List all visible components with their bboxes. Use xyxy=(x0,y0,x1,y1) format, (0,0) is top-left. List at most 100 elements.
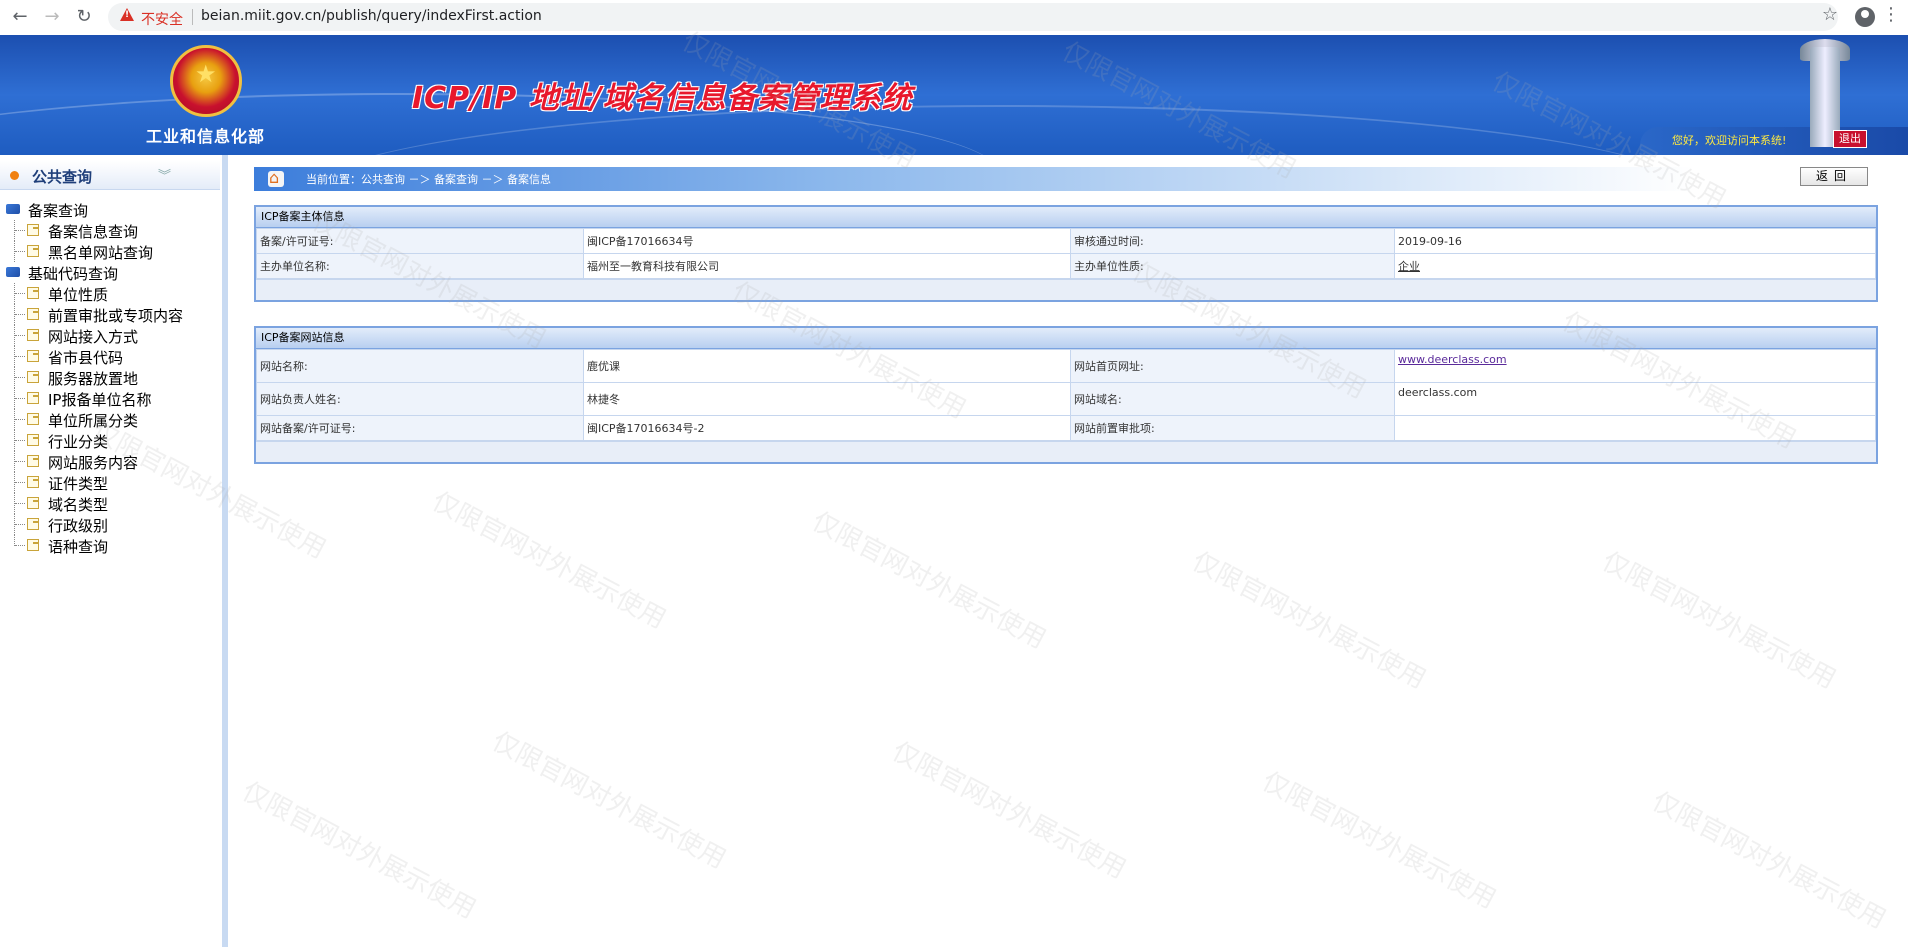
logout-button[interactable]: 退出 xyxy=(1833,130,1867,148)
tree-item-label: 证件类型 xyxy=(48,475,109,493)
tree-item-id-type[interactable]: 证件类型 xyxy=(0,472,220,493)
document-icon xyxy=(27,413,39,425)
homepage-link[interactable]: www.deerclass.com xyxy=(1398,353,1507,366)
document-icon xyxy=(27,350,39,362)
tree-group-beian-query[interactable]: 备案查询 xyxy=(0,199,220,220)
icp-website-panel: ICP备案网站信息 网站名称: 鹿优课 网站首页网址: www.deerclas… xyxy=(254,326,1878,464)
tree-group-label: 基础代码查询 xyxy=(28,265,119,283)
header-banner: 工业和信息化部 ICP/IP 地址/域名信息备案管理系统 您好，欢迎访问本系统!… xyxy=(0,35,1908,155)
tree-item-access-method[interactable]: 网站接入方式 xyxy=(0,325,220,346)
address-bar[interactable]: 不安全 beian.miit.gov.cn/publish/query/inde… xyxy=(108,3,1838,31)
document-icon xyxy=(27,371,39,383)
tree-item-pre-approval[interactable]: 前置审批或专项内容 xyxy=(0,304,220,325)
license-label: 备案/许可证号: xyxy=(256,228,584,254)
tree-item-server-location[interactable]: 服务器放置地 xyxy=(0,367,220,388)
browser-toolbar: ← → ↻ 不安全 beian.miit.gov.cn/publish/quer… xyxy=(0,0,1908,36)
document-icon xyxy=(27,539,39,551)
tree-item-label: 单位性质 xyxy=(48,286,109,304)
tree-item-label: 服务器放置地 xyxy=(48,370,139,388)
tree-group-label: 备案查询 xyxy=(28,202,89,220)
back-button[interactable]: 返回 xyxy=(1800,167,1868,186)
account-icon[interactable] xyxy=(1855,7,1875,27)
tree-item-domain-type[interactable]: 域名类型 xyxy=(0,493,220,514)
document-icon xyxy=(27,329,39,341)
home-icon xyxy=(268,168,284,187)
panel-footer xyxy=(256,279,1876,300)
system-title: ICP/IP 地址/域名信息备案管理系统 xyxy=(412,81,913,116)
sidebar-header[interactable]: 公共查询 ︾ xyxy=(0,161,220,190)
breadcrumb-text: 当前位置：公共查询 －＞ 备案查询 －＞ 备案信息 xyxy=(306,173,551,186)
approve-time-value: 2019-09-16 xyxy=(1394,228,1876,254)
folder-icon xyxy=(6,204,20,214)
tree-item-unit-nature[interactable]: 单位性质 xyxy=(0,283,220,304)
tree-item-label: 网站服务内容 xyxy=(48,454,139,472)
document-icon xyxy=(27,497,39,509)
tree-item-language[interactable]: 语种查询 xyxy=(0,535,220,556)
document-icon xyxy=(27,518,39,530)
tree-item-service-content[interactable]: 网站服务内容 xyxy=(0,451,220,472)
document-icon xyxy=(27,455,39,467)
owner-label: 网站负责人姓名: xyxy=(256,382,584,416)
document-icon xyxy=(27,392,39,404)
site-name-value: 鹿优课 xyxy=(583,349,1071,383)
back-arrow-icon[interactable]: ← xyxy=(8,6,32,28)
tree-item-label: 黑名单网站查询 xyxy=(48,244,154,262)
subject-table: 备案/许可证号: 闽ICP备17016634号 审核通过时间: 2019-09-… xyxy=(256,228,1876,279)
tree-item-label: 行政级别 xyxy=(48,517,109,535)
document-icon xyxy=(27,476,39,488)
site-license-label: 网站备案/许可证号: xyxy=(256,415,584,441)
url-text[interactable]: beian.miit.gov.cn/publish/query/indexFir… xyxy=(201,8,542,24)
tree-item-unit-category[interactable]: 单位所属分类 xyxy=(0,409,220,430)
table-row: 网站备案/许可证号: 闽ICP备17016634号-2 网站前置审批项: xyxy=(256,415,1876,441)
tree-item-label: 备案信息查询 xyxy=(48,223,139,241)
license-value: 闽ICP备17016634号 xyxy=(583,228,1071,254)
insecure-label: 不安全 xyxy=(141,12,183,28)
menu-dots-icon[interactable]: ⋮ xyxy=(1882,4,1900,25)
tree-group-basic-code-query[interactable]: 基础代码查询 xyxy=(0,262,220,283)
tree-item-admin-level[interactable]: 行政级别 xyxy=(0,514,220,535)
domain-label: 网站域名: xyxy=(1070,382,1395,416)
bookmark-star-icon[interactable]: ☆ xyxy=(1822,4,1838,25)
table-row: 主办单位名称: 福州至一教育科技有限公司 主办单位性质: 企业 xyxy=(256,253,1876,279)
tree-item-industry[interactable]: 行业分类 xyxy=(0,430,220,451)
document-icon xyxy=(27,308,39,320)
website-table: 网站名称: 鹿优课 网站首页网址: www.deerclass.com 网站负责… xyxy=(256,349,1876,441)
tree-item-label: 域名类型 xyxy=(48,496,109,514)
tree-item-label: IP报备单位名称 xyxy=(48,391,152,409)
bullet-icon xyxy=(10,171,19,180)
tree-item-ip-reporting-unit[interactable]: IP报备单位名称 xyxy=(0,388,220,409)
reload-icon[interactable]: ↻ xyxy=(72,6,96,28)
forward-arrow-icon[interactable]: → xyxy=(40,6,64,28)
breadcrumb: 当前位置：公共查询 －＞ 备案查询 －＞ 备案信息 xyxy=(254,167,1694,191)
org-name-value: 福州至一教育科技有限公司 xyxy=(583,253,1071,279)
icp-subject-panel: ICP备案主体信息 备案/许可证号: 闽ICP备17016634号 审核通过时间… xyxy=(254,205,1878,302)
org-nature-label: 主办单位性质: xyxy=(1070,253,1395,279)
document-icon xyxy=(27,287,39,299)
tree-item-blacklist-query[interactable]: 黑名单网站查询 xyxy=(0,241,220,262)
owner-value: 林捷冬 xyxy=(583,382,1071,416)
table-row: 网站名称: 鹿优课 网站首页网址: www.deerclass.com xyxy=(256,349,1876,383)
table-row: 网站负责人姓名: 林捷冬 网站域名: deerclass.com xyxy=(256,382,1876,416)
tree-item-label: 语种查询 xyxy=(48,538,109,556)
approve-time-label: 审核通过时间: xyxy=(1070,228,1395,254)
sidebar: 公共查询 ︾ 备案查询 备案信息查询 黑名单网站查询 基础代码查询 单位性质 前… xyxy=(0,155,223,947)
warning-icon xyxy=(120,8,134,21)
org-nature-link[interactable]: 企业 xyxy=(1398,260,1420,273)
site-license-value: 闽ICP备17016634号-2 xyxy=(583,415,1071,441)
collapse-chevron-icon[interactable]: ︾ xyxy=(158,165,171,184)
url-separator xyxy=(192,9,193,25)
welcome-text: 您好，欢迎访问本系统! xyxy=(1672,134,1787,147)
homepage-label: 网站首页网址: xyxy=(1070,349,1395,383)
panel-title: ICP备案主体信息 xyxy=(256,207,1876,228)
document-icon xyxy=(27,245,39,257)
sidebar-tree: 备案查询 备案信息查询 黑名单网站查询 基础代码查询 单位性质 前置审批或专项内… xyxy=(0,199,220,556)
tree-item-label: 单位所属分类 xyxy=(48,412,139,430)
main-content: 当前位置：公共查询 －＞ 备案查询 －＞ 备案信息 返回 ICP备案主体信息 备… xyxy=(228,155,1908,947)
tree-item-label: 行业分类 xyxy=(48,433,109,451)
tree-item-region-code[interactable]: 省市县代码 xyxy=(0,346,220,367)
table-row: 备案/许可证号: 闽ICP备17016634号 审核通过时间: 2019-09-… xyxy=(256,228,1876,254)
preapproval-label: 网站前置审批项: xyxy=(1070,415,1395,441)
tree-item-beian-info-query[interactable]: 备案信息查询 xyxy=(0,220,220,241)
document-icon xyxy=(27,434,39,446)
preapproval-value xyxy=(1394,415,1876,441)
